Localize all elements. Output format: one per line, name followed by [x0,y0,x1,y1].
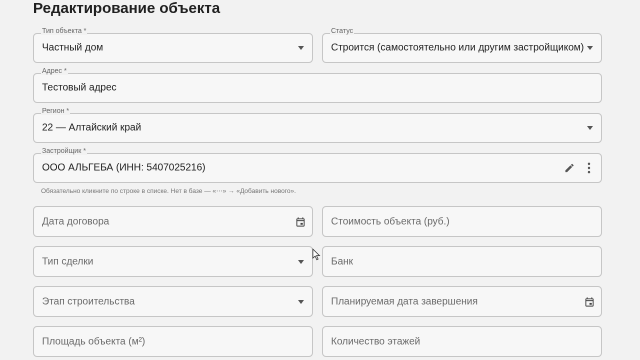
object-cost-placeholder: Стоимость объекта (руб.) [331,216,450,227]
page-title: Редактирование объекта [33,0,221,17]
status-select[interactable]: Статус Строится (самостоятельно или друг… [322,28,602,63]
more-vertical-icon[interactable] [587,162,591,174]
developer-field[interactable]: Застройщик * ООО АЛЬГЕБА (ИНН: 540702521… [33,148,602,183]
chevron-down-icon[interactable] [298,299,304,304]
object-area-placeholder: Площадь объекта (м²) [42,336,146,347]
object-type-label: Тип объекта * [41,28,88,35]
bank-field[interactable]: Банк [322,246,602,277]
developer-label: Застройщик * [41,148,87,155]
status-value: Строится (самостоятельно или другим заст… [331,42,585,54]
deal-type-select[interactable]: Тип сделки [33,246,313,277]
bank-placeholder: Банк [331,256,354,267]
planned-completion-placeholder: Планируемая дата завершения [331,296,478,307]
edit-object-page: Редактирование объекта Тип объекта * Час… [0,0,640,360]
developer-hint: Обязательно кликните по строке в списке.… [41,188,296,195]
calendar-icon[interactable] [584,296,595,307]
planned-completion-field[interactable]: Планируемая дата завершения [322,286,602,317]
floors-count-field[interactable]: Количество этажей [322,326,602,357]
address-field[interactable]: Адрес * Тестовый адрес [33,68,602,103]
object-type-select[interactable]: Тип объекта * Частный дом [33,28,313,63]
floors-count-placeholder: Количество этажей [331,336,421,347]
calendar-icon[interactable] [295,216,306,227]
chevron-down-icon[interactable] [298,46,304,50]
address-label: Адрес * [41,68,68,75]
object-area-field[interactable]: Площадь объекта (м²) [33,326,313,357]
deal-type-placeholder: Тип сделки [42,256,94,267]
mouse-cursor-icon [312,248,321,261]
contract-date-field[interactable]: Дата договора [33,206,313,237]
developer-value: ООО АЛЬГЕБА (ИНН: 5407025216) [42,162,206,174]
construction-stage-select[interactable]: Этап строительства [33,286,313,317]
chevron-down-icon[interactable] [587,126,593,130]
region-label: Регион * [41,108,71,115]
chevron-down-icon[interactable] [298,259,304,264]
construction-stage-placeholder: Этап строительства [42,296,135,307]
object-type-value: Частный дом [42,42,104,54]
chevron-down-icon[interactable] [587,46,593,50]
region-select[interactable]: Регион * 22 — Алтайский край [33,108,602,143]
object-cost-field[interactable]: Стоимость объекта (руб.) [322,206,602,237]
address-value: Тестовый адрес [42,82,117,94]
pencil-icon[interactable] [564,163,575,174]
status-label: Статус [330,28,355,35]
region-value: 22 — Алтайский край [42,122,142,134]
contract-date-placeholder: Дата договора [42,216,110,227]
